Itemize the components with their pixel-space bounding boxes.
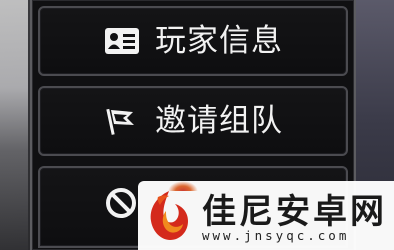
prohibited-icon bbox=[102, 188, 140, 218]
invite-team-button[interactable]: 邀请组队 bbox=[38, 86, 348, 156]
flag-icon bbox=[103, 106, 141, 136]
background-left bbox=[0, 0, 28, 250]
phoenix-logo-icon bbox=[144, 187, 194, 243]
player-info-label: 玩家信息 bbox=[155, 22, 283, 59]
player-info-button[interactable]: 玩家信息 bbox=[38, 6, 348, 76]
watermark-title: 佳尼安卓网 bbox=[202, 192, 387, 232]
invite-team-label: 邀请组队 bbox=[155, 102, 283, 139]
id-card-icon bbox=[103, 26, 141, 56]
game-scene: 玩家信息 邀请组队 佳尼安卓网 www.jnsyqc.com bbox=[0, 0, 394, 250]
watermark-url: www.jnsyqc.com bbox=[202, 228, 350, 243]
site-watermark: 佳尼安卓网 www.jnsyqc.com bbox=[138, 181, 394, 250]
